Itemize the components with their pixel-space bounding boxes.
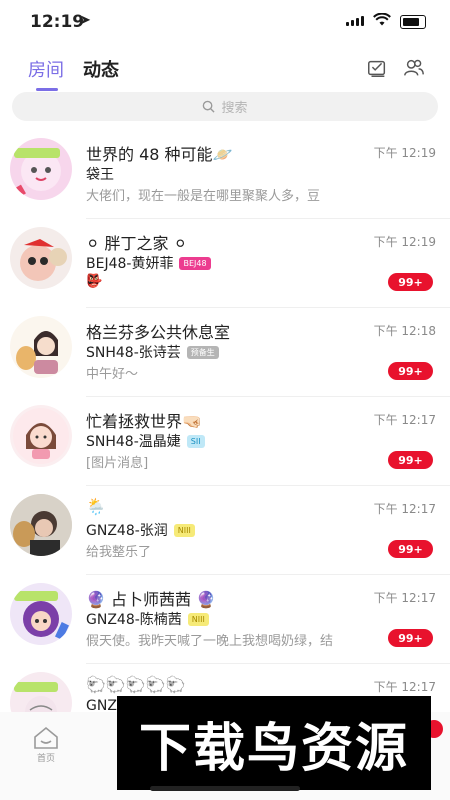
sender-name: SNH48-温晶婕	[86, 434, 181, 450]
contacts-icon[interactable]	[401, 55, 427, 81]
sender-name: SNH48-张诗芸	[86, 345, 181, 361]
sender-name: BEJ48-黄妍菲	[86, 256, 174, 272]
unread-badge: 99+	[388, 451, 433, 469]
room-sender: SNH48-张诗芸 预备生	[86, 342, 219, 362]
unread-badge: 99+	[388, 540, 433, 558]
room-sender: GNZ48-张润 NIII	[86, 520, 195, 540]
room-title: ⚪ 胖丁之家 ⚪	[86, 234, 187, 253]
checklist-icon[interactable]	[364, 55, 390, 81]
room-preview: 中午好～	[86, 367, 139, 382]
room-preview: 假天使。我昨天喊了一晚上我想喝奶绿，结	[86, 634, 334, 649]
room-row[interactable]: 忙着拯救世界🤜🏻 下午 12:17 SNH48-温晶婕 SII [图片消息] 99…	[0, 397, 450, 486]
avatar	[10, 405, 72, 467]
room-preview: 👺	[86, 274, 103, 289]
search-icon	[203, 100, 216, 113]
room-time: 下午 12:17	[373, 413, 436, 427]
room-sender: 袋王	[86, 164, 114, 184]
home-indicator	[150, 786, 300, 791]
room-preview: [图片消息]	[86, 456, 149, 471]
room-title: 🔮 占卜师茜茜 🔮	[86, 590, 217, 609]
room-title: 🐑🐑🐑🐑🐑	[86, 675, 186, 694]
room-row[interactable]: 🔮 占卜师茜茜 🔮 下午 12:17 GNZ48-陈楠茜 NIII 假天使。我昨天…	[0, 575, 450, 664]
status-time: 12:19	[30, 12, 85, 32]
room-time: 下午 12:19	[373, 235, 436, 249]
battery-icon	[400, 15, 426, 29]
room-sender: SNH48-温晶婕 SII	[86, 431, 205, 451]
tab-feed[interactable]: 动态	[83, 56, 119, 82]
room-list: 世界的 48 种可能🪐 下午 12:19 袋王 大佬们，现在一般是在哪里聚聚人多…	[0, 130, 450, 753]
header: 房间 动态	[0, 48, 450, 92]
tab-rooms[interactable]: 房间	[28, 56, 64, 91]
room-sender: GNZ48-陈楠茜 NIII	[86, 609, 209, 629]
unread-badge: 99+	[388, 273, 433, 291]
cellular-signal-icon	[346, 16, 364, 26]
team-tag: NIII	[187, 612, 209, 626]
watermark: 下载鸟资源	[117, 696, 431, 790]
room-title: 忙着拯救世界🤜🏻	[86, 412, 202, 431]
room-time: 下午 12:17	[373, 680, 436, 694]
unread-badge: 99+	[388, 362, 433, 380]
room-row[interactable]: 🌦️ 下午 12:17 GNZ48-张润 NIII 给我整乐了 99+	[0, 486, 450, 575]
wifi-icon	[373, 12, 391, 30]
sender-name: GNZ48-陈楠茜	[86, 612, 182, 628]
search-bar[interactable]: 搜索	[12, 92, 438, 121]
room-time: 下午 12:19	[373, 146, 436, 160]
avatar	[10, 227, 72, 289]
room-row[interactable]: 格兰芬多公共休息室 下午 12:18 SNH48-张诗芸 预备生 中午好～ 99+	[0, 308, 450, 397]
room-preview: 给我整乐了	[86, 545, 152, 560]
team-tag: NIII	[173, 523, 195, 537]
avatar	[10, 138, 72, 200]
sender-name: GNZ48-张润	[86, 523, 168, 539]
room-row[interactable]: 世界的 48 种可能🪐 下午 12:19 袋王 大佬们，现在一般是在哪里聚聚人多…	[0, 130, 450, 219]
room-time: 下午 12:17	[373, 502, 436, 516]
search-placeholder: 搜索	[221, 101, 248, 116]
room-title: 世界的 48 种可能🪐	[86, 145, 233, 164]
team-tag: BEJ48	[179, 256, 211, 270]
unread-badge: 99+	[388, 629, 433, 647]
home-icon	[34, 726, 58, 749]
room-time: 下午 12:18	[373, 324, 436, 338]
room-title: 格兰芬多公共休息室	[86, 323, 231, 342]
team-tag: 预备生	[186, 345, 219, 359]
avatar	[10, 583, 72, 645]
status-bar: 12:19 ➤	[0, 0, 450, 44]
avatar	[10, 494, 72, 556]
tab-home[interactable]: 首页	[26, 726, 66, 764]
tab-home-label: 首页	[36, 754, 55, 764]
room-time: 下午 12:17	[373, 591, 436, 605]
room-preview: 大佬们，现在一般是在哪里聚聚人多，豆	[86, 189, 321, 204]
room-sender: BEJ48-黄妍菲 BEJ48	[86, 253, 211, 273]
avatar	[10, 316, 72, 378]
team-tag: SII	[186, 434, 205, 448]
sender-name: 袋王	[86, 167, 114, 183]
room-title: 🌦️	[86, 497, 106, 516]
room-row[interactable]: ⚪ 胖丁之家 ⚪ 下午 12:19 BEJ48-黄妍菲 BEJ48 👺 99+	[0, 219, 450, 308]
location-arrow-icon: ➤	[80, 13, 91, 28]
